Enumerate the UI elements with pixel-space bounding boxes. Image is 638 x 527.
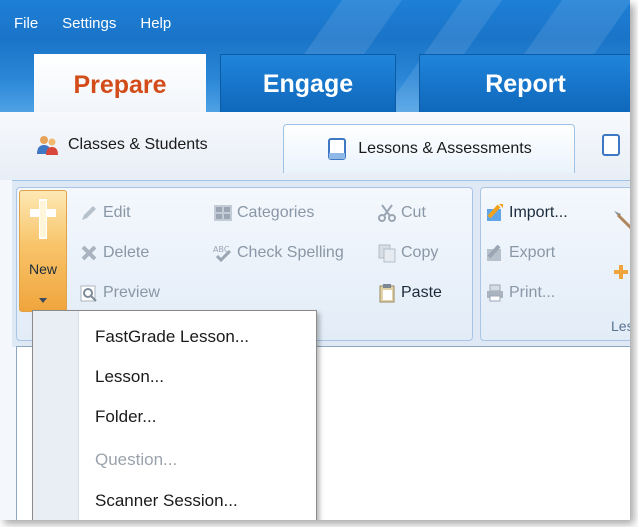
spellcheck-icon: ABC (213, 243, 233, 263)
new-dropdown-menu: FastGrade Lesson... Lesson... Folder... … (32, 310, 317, 520)
cut-button[interactable]: Cut (377, 198, 426, 228)
delete-label: Delete (103, 244, 150, 261)
print-button[interactable]: Print... (485, 278, 555, 308)
menu-settings[interactable]: Settings (62, 15, 116, 32)
menu-item-question[interactable]: Question... (95, 442, 177, 478)
check-spelling-label: Check Spelling (237, 244, 344, 261)
copy-button[interactable]: Copy (377, 238, 438, 268)
menu-icon-gutter (33, 311, 79, 520)
users-icon (36, 134, 60, 156)
chevron-down-icon (39, 289, 47, 308)
categories-button[interactable]: Categories (213, 198, 314, 228)
new-button[interactable]: New (19, 190, 67, 312)
hammer-icon (611, 208, 630, 234)
ribbon-group-lessons-import: Import... Export Print... Less (480, 187, 630, 341)
preview-label: Preview (103, 284, 160, 301)
check-spelling-button[interactable]: ABC Check Spelling (213, 238, 344, 268)
subtab-label: Classes & Students (68, 136, 208, 153)
new-small-icon (613, 264, 629, 284)
menu-bar: File Settings Help (0, 0, 195, 46)
tab-engage[interactable]: Engage (220, 54, 396, 112)
edit-button[interactable]: Edit (79, 198, 131, 228)
new-lesson-icon (27, 197, 59, 247)
document-icon (326, 137, 348, 161)
menu-help[interactable]: Help (140, 15, 171, 32)
top-banner: File Settings Help Prepare Engage Report (0, 0, 630, 112)
new-label: New (28, 261, 57, 277)
subtab-label: Lessons & Assessments (358, 140, 532, 157)
import-label: Import... (509, 204, 568, 221)
import-button[interactable]: Import... (485, 198, 568, 228)
preview-icon (79, 283, 99, 303)
tab-report[interactable]: Report (419, 54, 630, 112)
categories-icon (213, 203, 233, 223)
export-button[interactable]: Export (485, 238, 555, 268)
menu-item-folder[interactable]: Folder... (95, 399, 156, 435)
subtab-classes-students[interactable]: Classes & Students (36, 122, 208, 168)
sub-tabs: Classes & Students Lessons & Assessments (0, 112, 630, 180)
copy-icon (377, 243, 397, 263)
scissors-icon (377, 203, 397, 223)
import-icon (485, 203, 505, 223)
menu-item-fastgrade-lesson[interactable]: FastGrade Lesson... (95, 319, 249, 355)
printer-icon (485, 283, 505, 303)
ribbon-group-label: Less (611, 318, 630, 334)
menu-file[interactable]: File (14, 15, 38, 32)
pencil-icon (79, 203, 99, 223)
preview-button[interactable]: Preview (79, 278, 160, 308)
tab-prepare[interactable]: Prepare (34, 54, 206, 112)
paste-icon (377, 283, 397, 303)
paste-button[interactable]: Paste (377, 278, 442, 308)
print-label: Print... (509, 284, 556, 301)
app-window: File Settings Help Prepare Engage Report… (0, 0, 630, 520)
subtab-lessons-assessments[interactable]: Lessons & Assessments (283, 124, 575, 173)
copy-label: Copy (401, 244, 439, 261)
menu-item-lesson[interactable]: Lesson... (95, 359, 164, 395)
categories-label: Categories (237, 204, 315, 221)
export-label: Export (509, 244, 556, 261)
delete-button[interactable]: Delete (79, 238, 149, 268)
edit-label: Edit (103, 204, 131, 221)
paste-label: Paste (401, 284, 442, 301)
subtab-more[interactable] (600, 122, 622, 168)
cut-label: Cut (401, 204, 426, 221)
document-icon (600, 133, 622, 157)
export-icon (485, 243, 505, 263)
menu-item-scanner-session[interactable]: Scanner Session... (95, 483, 238, 519)
delete-icon (79, 243, 99, 263)
